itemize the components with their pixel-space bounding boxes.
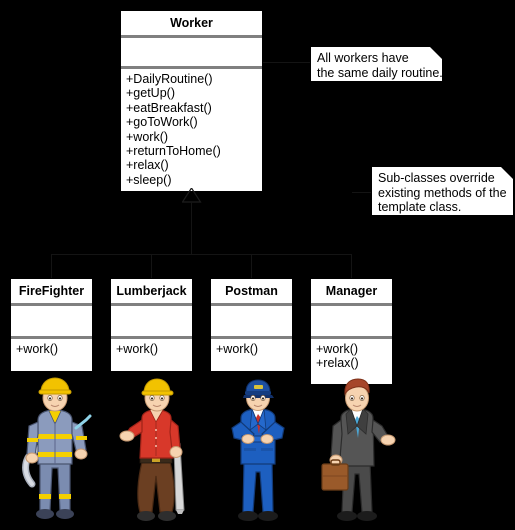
- class-name-worker: Worker: [170, 16, 213, 30]
- note-text-line: the same daily routine.: [317, 65, 443, 80]
- generalization-arrow-icon: [182, 188, 202, 203]
- class-box-firefighter[interactable]: FireFighter +work(): [10, 278, 93, 372]
- class-name-firefighter: FireFighter: [18, 284, 85, 298]
- class-box-postman[interactable]: Postman +work(): [210, 278, 293, 372]
- operation: +DailyRoutine(): [126, 72, 213, 86]
- class-name-lumberjack: Lumberjack: [116, 284, 187, 298]
- class-operations-worker: +DailyRoutine() +getUp() +eatBreakfast()…: [121, 69, 262, 191]
- figure-lumberjack: [118, 378, 198, 526]
- class-attributes-worker: [121, 38, 262, 66]
- inheritance-drop-firefighter: [51, 254, 52, 278]
- class-attributes-manager: [311, 306, 392, 336]
- operation: +work(): [16, 342, 59, 356]
- inheritance-drop-lumberjack: [151, 254, 152, 278]
- class-box-manager[interactable]: Manager +work() +relax(): [310, 278, 393, 385]
- class-name-manager: Manager: [325, 284, 378, 298]
- operation: +getUp(): [126, 86, 175, 101]
- operation: +eatBreakfast(): [126, 100, 212, 115]
- class-operations-lumberjack: +work(): [111, 339, 192, 371]
- note-text-line: Sub-classes override: [378, 171, 495, 185]
- class-operations-firefighter: +work(): [11, 339, 92, 371]
- operation: +goToWork(): [126, 115, 198, 130]
- figure-manager: [318, 378, 402, 526]
- note-text-line: All workers have: [317, 51, 409, 65]
- inheritance-drop-manager: [351, 254, 352, 278]
- class-box-worker[interactable]: Worker +DailyRoutine() +getUp() +eatBrea…: [120, 10, 263, 193]
- figure-firefighter: [14, 376, 98, 526]
- class-attributes-firefighter: [11, 306, 92, 336]
- note-text-line: existing methods of the: [378, 185, 507, 200]
- note-connector-1: [262, 62, 310, 63]
- operation: +sleep(): [126, 172, 172, 187]
- note-daily-routine[interactable]: All workers have the same daily routine.: [310, 46, 443, 82]
- class-box-lumberjack[interactable]: Lumberjack +work(): [110, 278, 193, 372]
- operation: +returnToHome(): [126, 144, 221, 159]
- operation: +relax(): [316, 356, 359, 371]
- operation: +work(): [216, 342, 259, 356]
- class-attributes-postman: [211, 306, 292, 336]
- inheritance-bus: [51, 254, 352, 255]
- uml-diagram-canvas: Worker +DailyRoutine() +getUp() +eatBrea…: [0, 0, 515, 530]
- note-override[interactable]: Sub-classes override existing methods of…: [371, 166, 514, 216]
- operation: +work(): [126, 129, 169, 144]
- operation: +work(): [316, 342, 359, 356]
- class-attributes-lumberjack: [111, 306, 192, 336]
- operation: +work(): [116, 342, 159, 356]
- inheritance-stem: [191, 202, 192, 254]
- inheritance-drop-postman: [251, 254, 252, 278]
- note-connector-2: [352, 192, 372, 193]
- class-name-postman: Postman: [225, 284, 278, 298]
- figure-postman: [220, 378, 296, 526]
- operation: +relax(): [126, 158, 169, 173]
- note-text-line: template class.: [378, 200, 462, 214]
- class-operations-postman: +work(): [211, 339, 292, 371]
